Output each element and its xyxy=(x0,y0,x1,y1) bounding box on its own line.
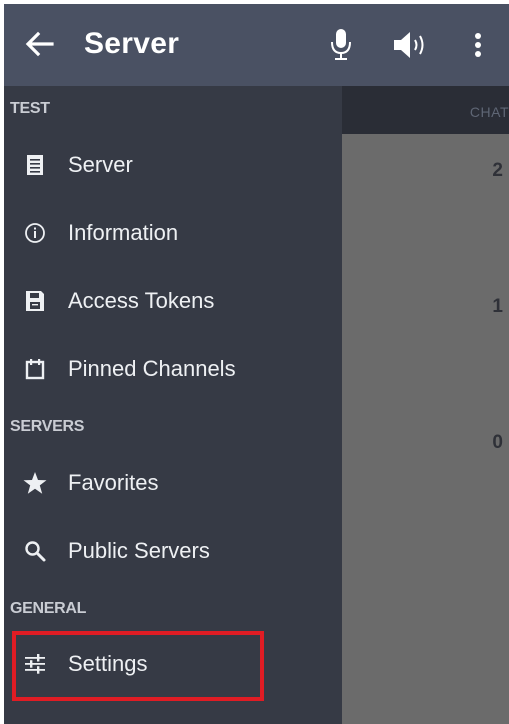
column-header-chat: CHAT xyxy=(469,104,509,120)
app-bar: Server xyxy=(4,4,509,86)
star-icon xyxy=(22,470,48,496)
drawer-item-access-tokens[interactable]: Access Tokens xyxy=(4,276,342,332)
search-icon xyxy=(22,538,48,564)
drawer-item-label: Pinned Channels xyxy=(68,356,236,381)
drawer-item-favorites[interactable]: Favorites xyxy=(4,458,342,514)
drawer-item-public-servers[interactable]: Public Servers xyxy=(4,526,342,582)
drawer-item-server[interactable]: Server xyxy=(4,140,342,196)
drawer-item-label: Public Servers xyxy=(68,538,210,563)
back-arrow-icon[interactable] xyxy=(22,26,58,62)
chat-count: 1 xyxy=(492,296,503,317)
volume-icon[interactable] xyxy=(392,30,432,60)
chat-count: 0 xyxy=(492,432,503,453)
main-table-header: CHAT xyxy=(342,86,509,134)
section-header-general: GENERAL xyxy=(10,600,87,617)
drawer-item-label: Access Tokens xyxy=(68,288,215,313)
save-icon xyxy=(22,288,48,314)
drawer-item-pinned-channels[interactable]: Pinned Channels xyxy=(4,344,342,400)
app-window: Server CHAT 2 1 0 TEST Server Informatio… xyxy=(4,4,509,724)
calendar-icon xyxy=(22,356,48,382)
more-vert-icon[interactable] xyxy=(470,28,486,62)
drawer-item-information[interactable]: Information xyxy=(4,208,342,264)
settings-highlight-box xyxy=(12,631,264,701)
section-header-test: TEST xyxy=(10,100,50,117)
list-icon xyxy=(22,152,48,178)
main-content: 2 1 0 xyxy=(342,134,509,724)
drawer-item-label: Information xyxy=(68,220,179,245)
info-icon xyxy=(22,220,48,246)
microphone-icon[interactable] xyxy=(329,28,353,62)
drawer-item-label: Favorites xyxy=(68,470,159,495)
page-title: Server xyxy=(84,27,180,60)
chat-count: 2 xyxy=(492,160,503,181)
navigation-drawer: TEST Server Information Access Tokens Pi… xyxy=(4,86,342,724)
section-header-servers: SERVERS xyxy=(10,418,85,435)
drawer-item-label: Server xyxy=(68,152,133,177)
